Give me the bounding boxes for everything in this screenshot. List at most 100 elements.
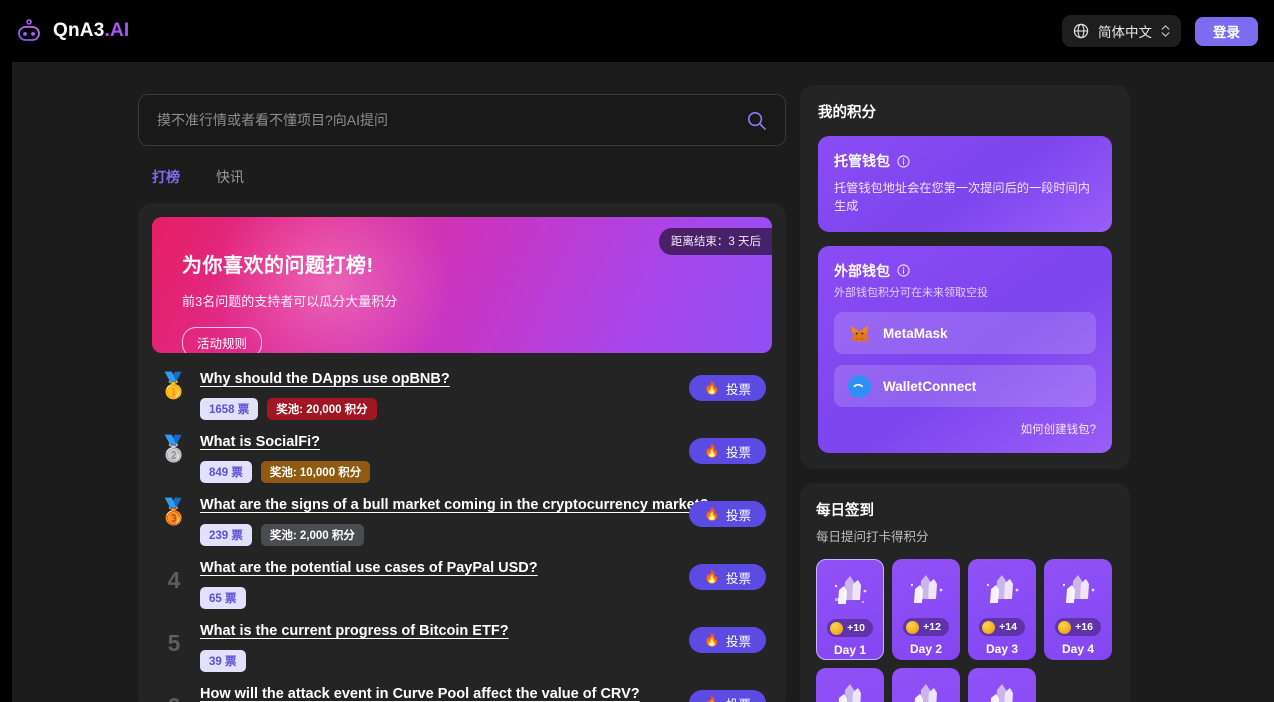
row-body: What are the signs of a bull market comi…: [194, 496, 772, 546]
language-selector[interactable]: 简体中文: [1062, 15, 1181, 47]
bronze-medal-icon: 🥉: [158, 500, 189, 525]
vote-button[interactable]: 🔥 投票: [689, 438, 766, 464]
wallet-option-walletconnect[interactable]: WalletConnect: [834, 365, 1096, 407]
silver-medal-icon: 🥈: [158, 437, 189, 462]
crystal-icon: [979, 680, 1025, 702]
left-edge-strip: [0, 0, 12, 702]
app-logo[interactable]: QnA3.AI: [14, 16, 129, 46]
day-reward-value: +10: [847, 622, 865, 634]
day-card-7[interactable]: +22 Day 7: [968, 668, 1036, 702]
row-body: What are the potential use cases of PayP…: [194, 559, 772, 609]
main-column: 打榜 快讯 距离结束：3 天后 为你喜欢的问题打榜! 前3名问题的支持者可以瓜分…: [138, 94, 786, 702]
table-row: 🥈 What is SocialFi? 849 票 奖池: 10,000 积分 …: [152, 420, 772, 483]
daily-rewards-grid: +10 Day 1: [816, 559, 1114, 702]
row-badges: 65 票: [200, 587, 772, 609]
crystal-icon: [827, 680, 873, 702]
vote-button-label: 投票: [726, 379, 751, 398]
vote-button[interactable]: 🔥 投票: [689, 564, 766, 590]
question-title[interactable]: What are the signs of a bull market comi…: [200, 497, 708, 513]
vote-button[interactable]: 🔥 投票: [689, 501, 766, 527]
day-label: Day 2: [910, 642, 942, 656]
row-badges: 239 票 奖池: 2,000 积分: [200, 524, 772, 546]
question-title[interactable]: What is SocialFi?: [200, 434, 320, 450]
rank-indicator: 5: [154, 622, 194, 655]
banner-subtitle: 前3名问题的支持者可以瓜分大量积分: [182, 291, 772, 310]
rank-number: 5: [168, 626, 181, 655]
info-icon[interactable]: [897, 264, 910, 277]
question-title[interactable]: How will the attack event in Curve Pool …: [200, 686, 640, 702]
fire-icon: 🔥: [704, 507, 720, 522]
promo-banner: 距离结束：3 天后 为你喜欢的问题打榜! 前3名问题的支持者可以瓜分大量积分 活…: [152, 217, 772, 353]
prize-pool-badge: 奖池: 10,000 积分: [261, 461, 370, 483]
custodial-wallet-description: 托管钱包地址会在您第一次提问后的一段时间内生成: [834, 179, 1096, 216]
vote-button[interactable]: 🔥 投票: [689, 690, 766, 702]
how-to-create-wallet-link[interactable]: 如何创建钱包?: [834, 421, 1096, 437]
page-content: 打榜 快讯 距离结束：3 天后 为你喜欢的问题打榜! 前3名问题的支持者可以瓜分…: [0, 62, 1274, 702]
tab-leaderboard[interactable]: 打榜: [152, 167, 180, 187]
question-title[interactable]: Why should the DApps use opBNB?: [200, 371, 450, 387]
rank-indicator: 6: [154, 685, 194, 702]
table-row: 🥉 What are the signs of a bull market co…: [152, 483, 772, 546]
coin-icon: [1058, 621, 1071, 634]
row-body: How will the attack event in Curve Pool …: [194, 685, 772, 702]
leaderboard-panel: 距离结束：3 天后 为你喜欢的问题打榜! 前3名问题的支持者可以瓜分大量积分 活…: [138, 203, 786, 702]
external-wallet-description: 外部钱包积分可在未来领取空投: [834, 285, 1096, 302]
table-row: 6 How will the attack event in Curve Poo…: [152, 672, 772, 702]
ranking-list: 🥇 Why should the DApps use opBNB? 1658 票…: [152, 357, 772, 702]
language-label: 简体中文: [1098, 21, 1152, 41]
day-card-1[interactable]: +10 Day 1: [816, 559, 884, 660]
walletconnect-icon: [848, 375, 871, 398]
logo-suffix: .AI: [104, 20, 129, 41]
vote-count-badge: 1658 票: [200, 398, 258, 420]
chevron-up-down-icon: [1161, 25, 1170, 37]
rank-indicator: 🥈: [154, 433, 194, 462]
question-title[interactable]: What are the potential use cases of PayP…: [200, 560, 538, 576]
day-card-2[interactable]: +12 Day 2: [892, 559, 960, 660]
day-card-5[interactable]: +18 Day 5: [816, 668, 884, 702]
header-actions: 简体中文 登录: [1062, 15, 1258, 47]
banner-title: 为你喜欢的问题打榜!: [182, 249, 772, 278]
vote-count-badge: 39 票: [200, 650, 246, 672]
vote-count-badge: 239 票: [200, 524, 252, 546]
rank-indicator: 🥇: [154, 370, 194, 399]
crystal-icon: [1055, 571, 1101, 613]
day-reward: +10: [827, 619, 873, 637]
search-bar[interactable]: [138, 94, 786, 146]
day-card-3[interactable]: +14 Day 3: [968, 559, 1036, 660]
page-title: 我的积分: [818, 101, 1112, 122]
row-body: What is SocialFi? 849 票 奖池: 10,000 积分: [194, 433, 772, 483]
search-input[interactable]: [157, 112, 746, 128]
info-icon[interactable]: [897, 155, 910, 168]
day-card-4[interactable]: +16 Day 4: [1044, 559, 1112, 660]
vote-button-label: 投票: [726, 442, 751, 461]
coin-icon: [982, 621, 995, 634]
tab-news[interactable]: 快讯: [216, 167, 244, 187]
table-row: 4 What are the potential use cases of Pa…: [152, 546, 772, 609]
vote-button[interactable]: 🔥 投票: [689, 375, 766, 401]
vote-button-label: 投票: [726, 568, 751, 587]
vote-button[interactable]: 🔥 投票: [689, 627, 766, 653]
fire-icon: 🔥: [704, 696, 720, 702]
crystal-icon: [903, 571, 949, 613]
login-button[interactable]: 登录: [1195, 17, 1258, 46]
custodial-wallet-box: 托管钱包 托管钱包地址会在您第一次提问后的一段时间内生成: [818, 136, 1112, 232]
vote-button-label: 投票: [726, 694, 751, 702]
gold-medal-icon: 🥇: [158, 374, 189, 399]
custodial-wallet-header: 托管钱包: [834, 151, 1096, 171]
fire-icon: 🔥: [704, 633, 720, 648]
vote-button-label: 投票: [726, 631, 751, 650]
activity-rules-button[interactable]: 活动规则: [182, 327, 262, 353]
prize-pool-badge: 奖池: 20,000 积分: [267, 398, 376, 420]
day-reward: +16: [1055, 618, 1101, 636]
day-reward: +12: [903, 618, 949, 636]
crystal-icon: [903, 680, 949, 702]
day-reward-value: +12: [923, 621, 941, 633]
banner-content: 为你喜欢的问题打榜! 前3名问题的支持者可以瓜分大量积分 活动规则: [152, 217, 772, 353]
top-header: QnA3.AI 简体中文 登录: [0, 0, 1274, 62]
external-wallet-name: 外部钱包: [834, 261, 890, 281]
day-card-6[interactable]: +20 Day 6: [892, 668, 960, 702]
wallet-option-metamask[interactable]: MetaMask: [834, 312, 1096, 354]
robot-icon: [14, 16, 44, 46]
search-icon[interactable]: [746, 110, 767, 131]
question-title[interactable]: What is the current progress of Bitcoin …: [200, 623, 509, 639]
